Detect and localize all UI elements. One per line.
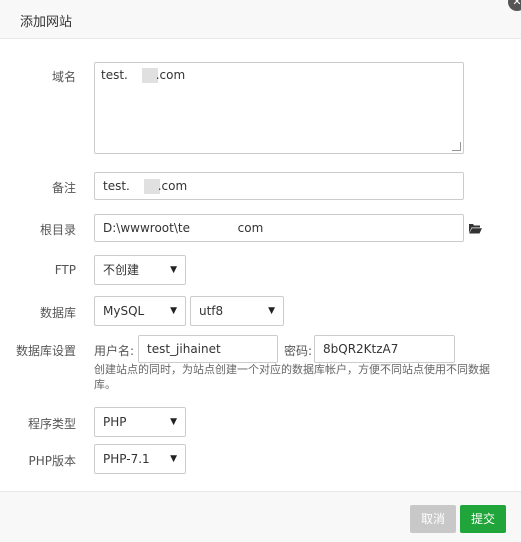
db-settings-hint: 创建站点的同时，为站点创建一个对应的数据库帐户，方便不同站点使用不同数据库。: [94, 363, 490, 391]
domain-textarea[interactable]: test. .com: [94, 62, 464, 154]
php-version-selected: PHP-7.1: [103, 452, 150, 466]
domain-label: 域名: [51, 70, 76, 84]
database-charset-selected: utf8: [199, 304, 224, 318]
caret-down-icon: ▼: [170, 265, 177, 275]
db-user-input[interactable]: test_jihainet: [138, 335, 278, 363]
db-password-value: 8bQR2KtzA7: [323, 342, 399, 356]
root-dir-label: 根目录: [39, 223, 76, 237]
db-settings-label: 数据库设置: [15, 344, 76, 358]
root-dir-value-suffix: com: [237, 221, 264, 235]
php-version-label: PHP版本: [28, 454, 77, 468]
database-label: 数据库: [39, 306, 76, 320]
remark-input[interactable]: test. .com: [94, 172, 464, 200]
root-dir-input[interactable]: D:\wwwroot\te com: [94, 214, 464, 242]
remark-value-suffix: .com: [157, 179, 188, 193]
ftp-selected: 不创建: [103, 263, 140, 277]
remark-value-prefix: test.: [103, 179, 130, 193]
program-type-select[interactable]: PHP ▼: [94, 407, 186, 437]
caret-down-icon: ▼: [170, 417, 177, 427]
folder-open-icon[interactable]: [468, 221, 482, 235]
domain-value-prefix: test.: [101, 68, 128, 82]
dialog-title-bar: 添加网站: [0, 0, 521, 39]
add-site-dialog: 添加网站 ✕ 域名 test. .com 备注 test. .com 根目录 D…: [0, 0, 521, 542]
cancel-button[interactable]: 取消: [410, 505, 457, 533]
caret-down-icon: ▼: [170, 454, 177, 464]
php-version-select[interactable]: PHP-7.1 ▼: [94, 444, 186, 474]
remark-label: 备注: [51, 181, 76, 195]
resize-grip[interactable]: [452, 142, 461, 151]
database-type-selected: MySQL: [103, 304, 145, 318]
program-type-label: 程序类型: [27, 417, 76, 431]
domain-value-suffix: .com: [155, 68, 186, 82]
db-password-input[interactable]: 8bQR2KtzA7: [314, 335, 455, 363]
db-password-label: 密码:: [284, 344, 313, 358]
database-charset-select[interactable]: utf8 ▼: [190, 296, 284, 326]
ftp-select[interactable]: 不创建 ▼: [94, 255, 186, 285]
submit-button[interactable]: 提交: [460, 505, 507, 533]
db-user-value: test_jihainet: [147, 342, 221, 356]
dialog-title: 添加网站: [20, 15, 73, 30]
database-type-select[interactable]: MySQL ▼: [94, 296, 186, 326]
ftp-label: FTP: [54, 263, 76, 277]
caret-down-icon: ▼: [268, 306, 275, 316]
root-dir-value-prefix: D:\wwwroot\te: [103, 221, 190, 235]
program-type-selected: PHP: [103, 415, 127, 429]
db-user-label: 用户名:: [94, 344, 135, 358]
caret-down-icon: ▼: [170, 306, 177, 316]
